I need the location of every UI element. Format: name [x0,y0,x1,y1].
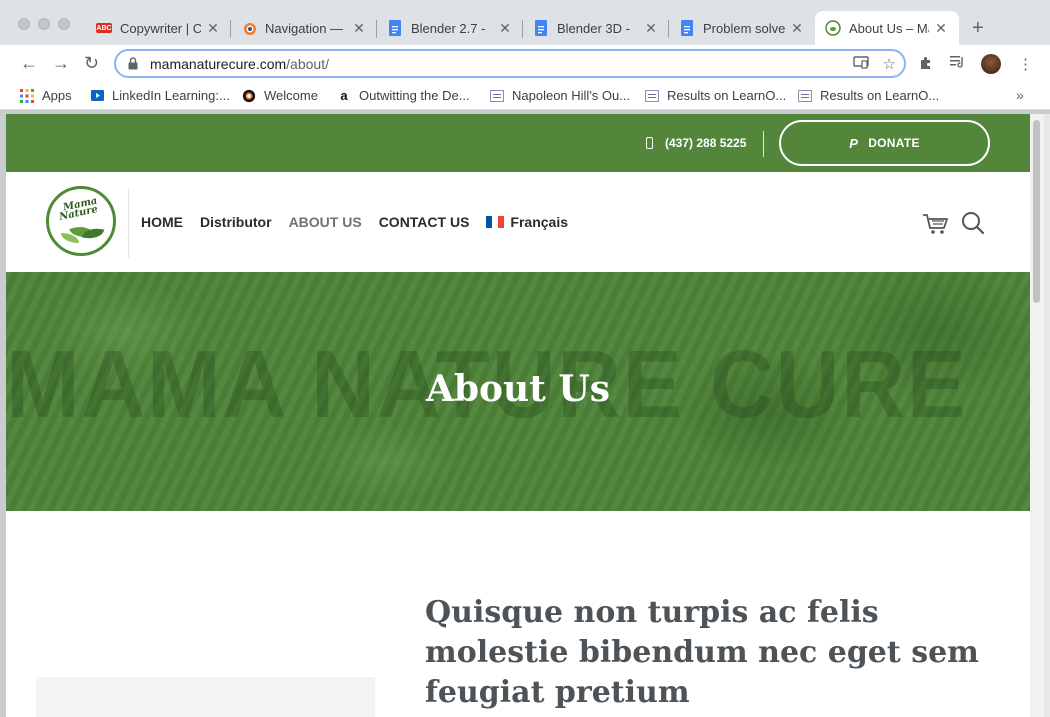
browser-toolbar: ← → ↻ mamanaturecure.com/about/ ☆ ⋮ [0,45,1050,82]
nav-item-label: Français [510,214,569,230]
tab-title: About Us – Ma [849,20,929,36]
bookmark-label: Napoleon Hill's Ou... [512,88,631,103]
top-contact-bar: (437) 288 5225 P DONATE [6,114,1030,172]
nav-item-francais[interactable]: Français [486,214,568,230]
amazon-icon: a [340,88,348,103]
browser-tab-strip: ABC Copywriter | C ✕ Navigation — ✕ Blen… [0,0,1050,45]
media-control-icon[interactable] [950,55,966,73]
bookmark-welcome[interactable]: Welcome [242,88,318,103]
divider [763,131,764,157]
linkedin-learning-icon [90,89,104,103]
apps-grid-icon [20,88,34,103]
nav-item-home[interactable]: HOME [141,214,183,230]
url-domain: mamanaturecure.com [150,55,287,72]
blender-icon [242,89,256,103]
close-tab-icon[interactable]: ✕ [643,20,659,37]
page-viewport: (437) 288 5225 P DONATE Mama Nature HOME… [6,114,1030,717]
bookmark-linkedin-learning[interactable]: LinkedIn Learning:... [90,88,230,103]
lock-icon[interactable] [126,57,140,71]
bookmarks-overflow-icon[interactable]: » [1016,87,1024,103]
site-logo[interactable]: Mama Nature [46,186,116,256]
forward-arrow-icon[interactable]: → [52,53,70,74]
url-path: /about/ [286,55,329,72]
phone-icon [646,137,653,149]
reload-icon[interactable]: ↻ [84,53,99,74]
tab-title: Navigation — [265,20,344,36]
hero-banner: MAMA NATURE CURE About Us [6,272,1030,511]
nav-item-distributor[interactable]: Distributor [200,214,272,230]
page-icon [798,89,812,103]
browser-tab[interactable]: Problem solve ✕ [669,11,815,45]
maximize-window-button[interactable] [58,18,70,30]
back-arrow-icon[interactable]: ← [20,53,38,74]
content-image [36,677,375,717]
bookmarks-bar: Apps LinkedIn Learning:... Welcome a Out… [0,82,1050,110]
bookmark-star-icon[interactable]: ☆ [883,55,896,73]
profile-avatar[interactable] [981,54,1001,74]
bookmark-results-learno-2[interactable]: Results on LearnO... [798,88,939,103]
mama-nature-icon [825,20,841,36]
close-tab-icon[interactable]: ✕ [789,20,805,37]
more-menu-icon[interactable]: ⋮ [1018,55,1033,73]
page-icon [490,89,504,103]
nav-item-about-us[interactable]: ABOUT US [289,214,362,230]
cast-icon[interactable] [852,55,869,73]
bookmark-results-learno-1[interactable]: Results on LearnO... [645,88,786,103]
background-window-edge [1044,114,1050,717]
address-bar[interactable]: mamanaturecure.com/about/ ☆ [114,49,906,78]
close-window-button[interactable] [18,18,30,30]
page-title: About Us [425,368,611,410]
main-nav: HOME Distributor ABOUT US CONTACT US Fra… [141,214,585,230]
bookmark-label: LinkedIn Learning:... [112,88,230,103]
france-flag-icon [486,216,505,228]
docs-icon [533,20,549,36]
browser-tab[interactable]: Blender 2.7 - ✕ [377,11,523,45]
minimize-window-button[interactable] [38,18,50,30]
close-tab-icon[interactable]: ✕ [351,20,367,37]
page-icon [645,89,659,103]
tab-title: Blender 3D - [557,20,630,36]
phone-text: (437) 288 5225 [665,136,747,150]
main-content: Quisque non turpis ac felis molestie bib… [6,511,1030,717]
url-text[interactable]: mamanaturecure.com/about/ [150,56,329,72]
new-tab-icon[interactable]: + [972,17,984,40]
bookmark-label: Apps [42,88,72,103]
close-tab-icon[interactable]: ✕ [205,20,221,37]
bookmark-label: Results on LearnO... [820,88,940,103]
docs-icon [387,20,403,36]
tab-title: Problem solve [703,20,785,36]
browser-tab-active[interactable]: About Us – Ma ✕ [815,11,959,45]
bookmark-outwitting[interactable]: a Outwitting the De... [337,88,470,103]
page-scrollbar[interactable] [1030,114,1044,717]
site-header: Mama Nature HOME Distributor ABOUT US CO… [6,172,1030,272]
browser-tab[interactable]: Blender 3D - ✕ [523,11,669,45]
bookmark-label: Results on LearnO... [667,88,787,103]
cart-icon[interactable] [922,212,950,241]
search-icon[interactable] [961,211,985,240]
bookmark-napoleon-hill[interactable]: Napoleon Hill's Ou... [490,88,630,103]
close-tab-icon[interactable]: ✕ [933,20,949,37]
nav-item-contact-us[interactable]: CONTACT US [379,214,470,230]
extensions-puzzle-icon[interactable] [918,55,934,75]
browser-tab[interactable]: ABC Copywriter | C ✕ [86,11,231,45]
donate-button[interactable]: P DONATE [779,120,990,166]
paypal-icon: P [849,135,859,151]
browser-tab[interactable]: Navigation — ✕ [231,11,377,45]
abc-icon: ABC [96,23,112,33]
docs-icon [679,20,695,36]
bookmark-label: Welcome [264,88,318,103]
scrollbar-thumb[interactable] [1033,120,1040,303]
bookmark-label: Outwitting the De... [359,88,470,103]
divider [128,188,129,258]
bookmark-apps[interactable]: Apps [20,88,72,103]
phone-number[interactable]: (437) 288 5225 [646,136,746,150]
tab-title: Blender 2.7 - [411,20,486,36]
content-heading: Quisque non turpis ac felis molestie bib… [425,595,979,710]
donate-label: DONATE [868,136,920,150]
blender-icon [241,20,257,36]
close-tab-icon[interactable]: ✕ [497,20,513,37]
tab-title: Copywriter | C [120,20,201,36]
